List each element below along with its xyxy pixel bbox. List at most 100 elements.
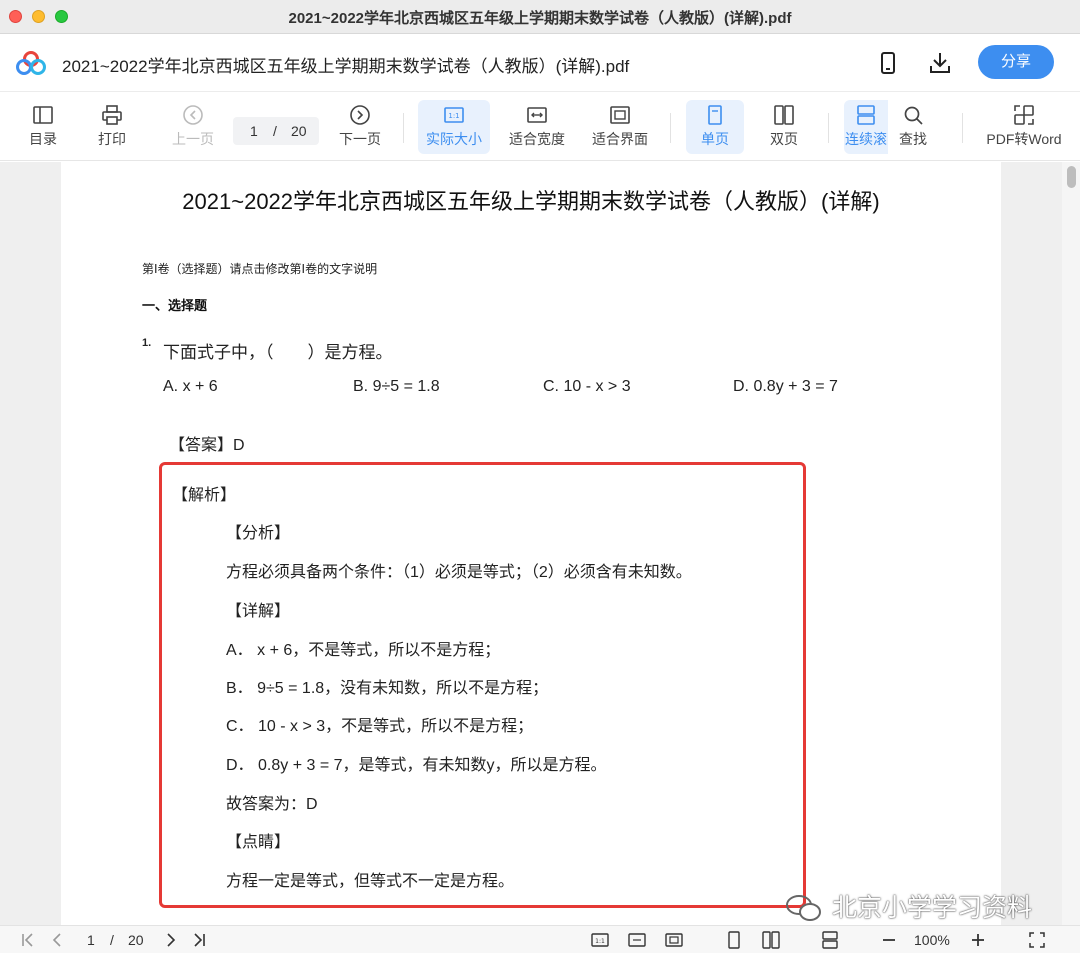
svg-text:1:1: 1:1 — [595, 938, 605, 945]
option-d: D. 0.8y + 3 = 7 — [733, 378, 838, 395]
chevron-right-circle-icon — [350, 105, 370, 125]
toolbar-divider — [403, 113, 404, 143]
toolbar-divider — [670, 113, 671, 143]
status-total-pages: 20 — [128, 932, 144, 948]
fit-page-button[interactable]: 适合界面 — [586, 100, 654, 154]
continuous-scroll-button[interactable]: 连续滚 — [844, 100, 888, 154]
window-titlebar: 2021~2022学年北京西城区五年级上学期期末数学试卷（人教版）(详解).pd… — [0, 0, 1080, 34]
chevron-right-icon[interactable] — [161, 930, 181, 950]
zoom-in-icon[interactable] — [968, 930, 988, 950]
analysis-line: D． 0.8y + 3 = 7，是等式，有未知数y，所以是方程。 — [226, 757, 607, 774]
double-page-icon[interactable] — [761, 930, 781, 950]
fit-width-button[interactable]: 适合宽度 — [503, 100, 571, 154]
double-page-icon — [774, 105, 794, 125]
fit-page-icon — [610, 106, 630, 124]
actual-size-label: 实际大小 — [426, 131, 482, 147]
document-title: 2021~2022学年北京西城区五年级上学期期末数学试卷（人教版）(详解).pd… — [62, 57, 630, 76]
next-page-label: 下一页 — [339, 131, 381, 147]
prev-page-button[interactable]: 上一页 — [164, 100, 222, 154]
analysis-line: 方程必须具备两个条件：（1）必须是等式；（2）必须含有未知数。 — [226, 564, 692, 581]
analysis-line: C． 10 - x > 3，不是等式，所以不是方程； — [226, 718, 534, 735]
share-button[interactable]: 分享 — [978, 45, 1054, 79]
continuous-scroll-icon — [857, 105, 875, 125]
section-note: 第Ⅰ卷（选择题）请点击修改第Ⅰ卷的文字说明 — [142, 262, 378, 276]
sidebar-icon — [33, 106, 53, 124]
toolbar-divider — [828, 113, 829, 143]
pdf-page: 2021~2022学年北京西城区五年级上学期期末数学试卷（人教版）(详解) 第Ⅰ… — [61, 162, 1001, 925]
app-header: 2021~2022学年北京西城区五年级上学期期末数学试卷（人教版）(详解).pd… — [0, 35, 1080, 92]
double-page-button[interactable]: 双页 — [756, 100, 812, 154]
analysis-line: 【分析】 — [226, 525, 291, 542]
chevron-left-icon[interactable] — [47, 930, 67, 950]
watermark-text: 北京小学学习资料 — [832, 894, 1033, 922]
document-viewer[interactable]: 2021~2022学年北京西城区五年级上学期期末数学试卷（人教版）(详解) 第Ⅰ… — [0, 162, 1080, 925]
single-page-button[interactable]: 单页 — [686, 100, 744, 154]
vertical-scrollbar[interactable] — [1062, 162, 1080, 925]
actual-size-icon[interactable]: 1:1 — [590, 930, 610, 950]
current-page: 1 — [250, 123, 258, 139]
toolbar-divider — [962, 113, 963, 143]
download-icon[interactable] — [927, 50, 953, 76]
option-c: C. 10 - x > 3 — [543, 378, 631, 395]
pdf-to-word-button[interactable]: PDF转Word — [982, 100, 1066, 154]
double-page-label: 双页 — [770, 131, 798, 147]
printer-icon — [102, 105, 122, 125]
single-page-icon — [708, 105, 722, 125]
section-heading: 一、选择题 — [142, 298, 208, 313]
analysis-line: 方程一定是等式，但等式不一定是方程。 — [226, 873, 515, 890]
fullscreen-icon[interactable] — [1027, 930, 1047, 950]
pdf-to-word-label: PDF转Word — [986, 131, 1062, 147]
status-page-separator: / — [110, 932, 114, 948]
chevron-left-circle-icon — [183, 105, 203, 125]
option-a: A. x + 6 — [163, 378, 218, 395]
answer-line: 【答案】D — [169, 437, 245, 454]
question-number: 1. — [142, 337, 152, 349]
analysis-line: B． 9÷5 = 1.8，没有未知数，所以不是方程； — [226, 680, 549, 697]
analysis-line: 故答案为：D — [226, 796, 318, 813]
convert-icon — [1014, 105, 1034, 125]
phone-icon[interactable] — [875, 50, 901, 76]
app-logo-icon — [16, 51, 46, 75]
actual-size-icon: 1:1 — [444, 107, 464, 123]
next-page-button[interactable]: 下一页 — [332, 100, 388, 154]
fit-width-icon[interactable] — [627, 930, 647, 950]
page-separator: / — [273, 123, 277, 139]
svg-text:1:1: 1:1 — [448, 112, 459, 120]
analysis-line: 【详解】 — [226, 603, 291, 620]
zoom-level[interactable]: 100% — [914, 932, 950, 948]
toolbar: 目录 打印 上一页 1 / 20 下一页 1:1 实际大小 适合宽度 适合界面 … — [0, 93, 1080, 161]
first-page-icon[interactable] — [18, 930, 38, 950]
last-page-icon[interactable] — [189, 930, 209, 950]
page-number-input[interactable]: 1 / 20 — [233, 117, 319, 145]
actual-size-button[interactable]: 1:1 实际大小 — [418, 100, 490, 154]
print-label: 打印 — [98, 131, 126, 147]
single-page-label: 单页 — [701, 131, 729, 147]
analysis-line: 【点睛】 — [226, 834, 291, 851]
question-stem: 下面式子中，（ ）是方程。 — [163, 343, 393, 362]
scrollbar-thumb[interactable] — [1067, 166, 1076, 188]
toc-label: 目录 — [29, 131, 57, 147]
analysis-line: A． x + 6，不是等式，所以不是方程； — [226, 642, 501, 659]
analysis-heading: 【解析】 — [172, 487, 237, 504]
print-button[interactable]: 打印 — [86, 100, 138, 154]
single-page-icon[interactable] — [724, 930, 744, 950]
prev-page-label: 上一页 — [172, 131, 214, 147]
find-label: 查找 — [899, 131, 927, 147]
fit-width-icon — [527, 107, 547, 123]
total-pages: 20 — [291, 123, 307, 139]
search-icon — [904, 106, 923, 125]
zoom-out-icon[interactable] — [879, 930, 899, 950]
analysis-highlight-box: 【解析】 【分析】 方程必须具备两个条件：（1）必须是等式；（2）必须含有未知数… — [159, 462, 806, 908]
toc-button[interactable]: 目录 — [16, 100, 70, 154]
continuous-scroll-label: 连续滚 — [845, 131, 887, 147]
wechat-icon — [786, 895, 821, 921]
status-current-page[interactable]: 1 — [87, 932, 95, 948]
status-bar: 1 / 20 1:1 100% — [0, 925, 1080, 953]
fit-page-label: 适合界面 — [592, 131, 648, 147]
continuous-scroll-icon[interactable] — [820, 930, 840, 950]
fit-page-icon[interactable] — [664, 930, 684, 950]
find-button[interactable]: 查找 — [890, 100, 936, 154]
option-b: B. 9÷5 = 1.8 — [353, 378, 440, 395]
window-title: 2021~2022学年北京西城区五年级上学期期末数学试卷（人教版）(详解).pd… — [288, 10, 792, 27]
fit-width-label: 适合宽度 — [509, 131, 565, 147]
